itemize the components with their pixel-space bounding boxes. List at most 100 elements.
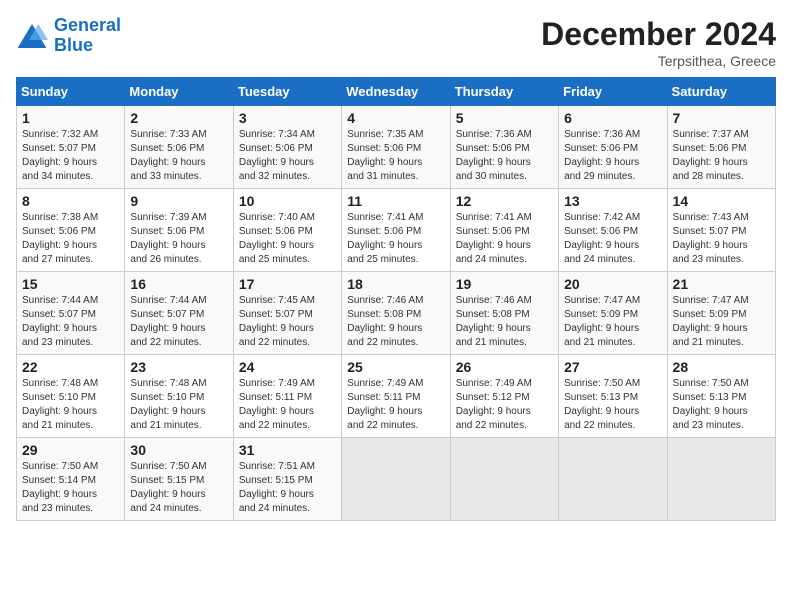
day-number: 17 [239,276,336,292]
day-detail: Sunrise: 7:44 AMSunset: 5:07 PMDaylight:… [130,294,227,350]
day-detail: Sunrise: 7:51 AMSunset: 5:15 PMDaylight:… [239,460,336,516]
day-cell: 4Sunrise: 7:35 AMSunset: 5:06 PMDaylight… [342,106,450,189]
day-cell: 23Sunrise: 7:48 AMSunset: 5:10 PMDayligh… [125,355,233,438]
day-number: 6 [564,110,661,126]
day-detail: Sunrise: 7:42 AMSunset: 5:06 PMDaylight:… [564,211,661,267]
day-cell: 28 Sunrise: 7:50 AMSunset: 5:13 PMDayligh… [667,355,775,438]
calendar-body: 1 Sunrise: 7:32 AMSunset: 5:07 PMDaylight… [17,106,776,521]
week-row-1: 1 Sunrise: 7:32 AMSunset: 5:07 PMDaylight… [17,106,776,189]
day-cell: 8Sunrise: 7:38 AMSunset: 5:06 PMDaylight… [17,189,125,272]
day-cell: 29 Sunrise: 7:50 AMSunset: 5:14 PMDayligh… [17,438,125,521]
header-friday: Friday [559,78,667,106]
week-row-2: 8Sunrise: 7:38 AMSunset: 5:06 PMDaylight… [17,189,776,272]
header-wednesday: Wednesday [342,78,450,106]
day-number: 26 [456,359,553,375]
day-number: 25 [347,359,444,375]
day-cell: 17Sunrise: 7:45 AMSunset: 5:07 PMDayligh… [233,272,341,355]
day-number: 15 [22,276,119,292]
day-number: 23 [130,359,227,375]
logo-icon [16,22,48,50]
day-cell: 15 Sunrise: 7:44 AMSunset: 5:07 PMDayligh… [17,272,125,355]
logo: General Blue [16,16,121,56]
day-cell: 14 Sunrise: 7:43 AMSunset: 5:07 PMDayligh… [667,189,775,272]
day-detail: Sunrise: 7:50 AMSunset: 5:13 PMDaylight:… [673,377,770,433]
day-detail: Sunrise: 7:47 AMSunset: 5:09 PMDaylight:… [564,294,661,350]
day-cell [342,438,450,521]
day-detail: Sunrise: 7:32 AMSunset: 5:07 PMDaylight:… [22,128,119,184]
day-number: 14 [673,193,770,209]
day-number: 20 [564,276,661,292]
day-cell: 26 Sunrise: 7:49 AMSunset: 5:12 PMDayligh… [450,355,558,438]
day-detail: Sunrise: 7:49 AMSunset: 5:12 PMDaylight:… [456,377,553,433]
day-number: 29 [22,442,119,458]
day-cell: 25 Sunrise: 7:49 AMSunset: 5:11 PMDayligh… [342,355,450,438]
day-number: 7 [673,110,770,126]
day-cell: 27 Sunrise: 7:50 AMSunset: 5:13 PMDayligh… [559,355,667,438]
day-cell: 31 Sunrise: 7:51 AMSunset: 5:15 PMDayligh… [233,438,341,521]
day-number: 22 [22,359,119,375]
day-detail: Sunrise: 7:50 AMSunset: 5:15 PMDaylight:… [130,460,227,516]
logo-text: General Blue [54,16,121,56]
day-detail: Sunrise: 7:38 AMSunset: 5:06 PMDaylight:… [22,211,119,267]
header-sunday: Sunday [17,78,125,106]
week-row-4: 22Sunrise: 7:48 AMSunset: 5:10 PMDayligh… [17,355,776,438]
day-number: 1 [22,110,119,126]
header-saturday: Saturday [667,78,775,106]
day-cell: 3Sunrise: 7:34 AMSunset: 5:06 PMDaylight… [233,106,341,189]
day-detail: Sunrise: 7:36 AMSunset: 5:06 PMDaylight:… [456,128,553,184]
day-detail: Sunrise: 7:35 AMSunset: 5:06 PMDaylight:… [347,128,444,184]
day-detail: Sunrise: 7:33 AMSunset: 5:06 PMDaylight:… [130,128,227,184]
day-cell: 18Sunrise: 7:46 AMSunset: 5:08 PMDayligh… [342,272,450,355]
day-detail: Sunrise: 7:46 AMSunset: 5:08 PMDaylight:… [456,294,553,350]
calendar-subtitle: Terpsithea, Greece [541,53,776,69]
day-cell: 6 Sunrise: 7:36 AMSunset: 5:06 PMDaylight… [559,106,667,189]
calendar-header: General Blue December 2024 Terpsithea, G… [16,16,776,69]
day-detail: Sunrise: 7:39 AMSunset: 5:06 PMDaylight:… [130,211,227,267]
day-detail: Sunrise: 7:36 AMSunset: 5:06 PMDaylight:… [564,128,661,184]
day-detail: Sunrise: 7:49 AMSunset: 5:11 PMDaylight:… [347,377,444,433]
logo-blue: Blue [54,35,93,55]
day-cell: 12 Sunrise: 7:41 AMSunset: 5:06 PMDayligh… [450,189,558,272]
day-detail: Sunrise: 7:41 AMSunset: 5:06 PMDaylight:… [347,211,444,267]
day-cell: 22Sunrise: 7:48 AMSunset: 5:10 PMDayligh… [17,355,125,438]
day-cell [667,438,775,521]
day-number: 19 [456,276,553,292]
day-cell: 11Sunrise: 7:41 AMSunset: 5:06 PMDayligh… [342,189,450,272]
calendar-thead: SundayMondayTuesdayWednesdayThursdayFrid… [17,78,776,106]
day-detail: Sunrise: 7:41 AMSunset: 5:06 PMDaylight:… [456,211,553,267]
day-cell: 16 Sunrise: 7:44 AMSunset: 5:07 PMDayligh… [125,272,233,355]
day-cell: 1 Sunrise: 7:32 AMSunset: 5:07 PMDaylight… [17,106,125,189]
day-cell [559,438,667,521]
day-number: 16 [130,276,227,292]
day-number: 31 [239,442,336,458]
day-cell: 13 Sunrise: 7:42 AMSunset: 5:06 PMDayligh… [559,189,667,272]
week-row-3: 15 Sunrise: 7:44 AMSunset: 5:07 PMDayligh… [17,272,776,355]
header-row: SundayMondayTuesdayWednesdayThursdayFrid… [17,78,776,106]
day-detail: Sunrise: 7:50 AMSunset: 5:14 PMDaylight:… [22,460,119,516]
day-number: 28 [673,359,770,375]
day-cell: 30 Sunrise: 7:50 AMSunset: 5:15 PMDayligh… [125,438,233,521]
logo-general: General [54,15,121,35]
day-detail: Sunrise: 7:49 AMSunset: 5:11 PMDaylight:… [239,377,336,433]
day-number: 27 [564,359,661,375]
calendar-table: SundayMondayTuesdayWednesdayThursdayFrid… [16,77,776,521]
day-cell [450,438,558,521]
header-tuesday: Tuesday [233,78,341,106]
day-number: 12 [456,193,553,209]
day-detail: Sunrise: 7:43 AMSunset: 5:07 PMDaylight:… [673,211,770,267]
day-number: 9 [130,193,227,209]
day-number: 5 [456,110,553,126]
day-detail: Sunrise: 7:37 AMSunset: 5:06 PMDaylight:… [673,128,770,184]
day-number: 13 [564,193,661,209]
day-number: 30 [130,442,227,458]
day-cell: 2Sunrise: 7:33 AMSunset: 5:06 PMDaylight… [125,106,233,189]
week-row-5: 29 Sunrise: 7:50 AMSunset: 5:14 PMDayligh… [17,438,776,521]
title-area: December 2024 Terpsithea, Greece [541,16,776,69]
day-cell: 19 Sunrise: 7:46 AMSunset: 5:08 PMDayligh… [450,272,558,355]
day-number: 18 [347,276,444,292]
header-monday: Monday [125,78,233,106]
day-cell: 24Sunrise: 7:49 AMSunset: 5:11 PMDayligh… [233,355,341,438]
day-detail: Sunrise: 7:44 AMSunset: 5:07 PMDaylight:… [22,294,119,350]
day-detail: Sunrise: 7:50 AMSunset: 5:13 PMDaylight:… [564,377,661,433]
header-thursday: Thursday [450,78,558,106]
